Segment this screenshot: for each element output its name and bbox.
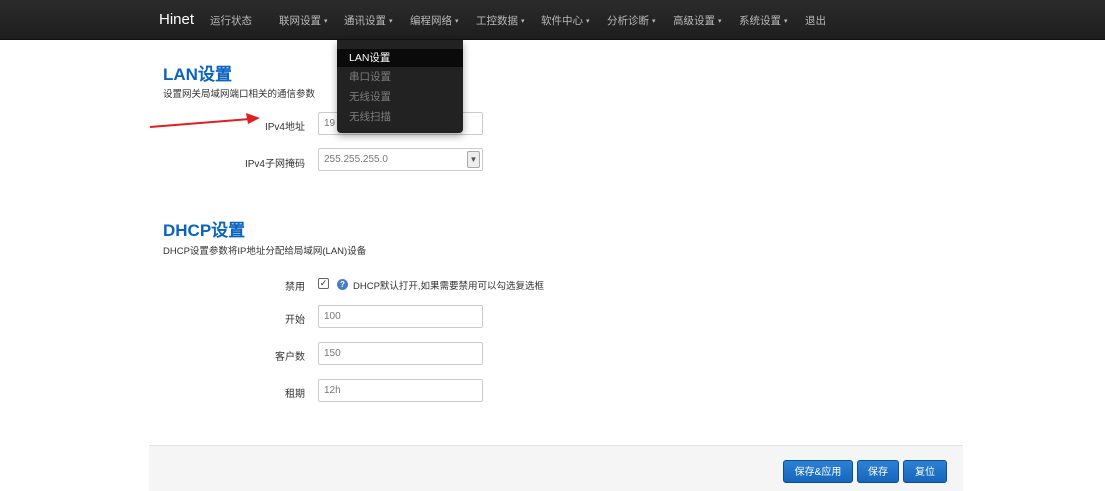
nav-item-label: 工控数据 xyxy=(476,15,518,27)
info-icon: ? xyxy=(337,279,348,290)
chevron-down-icon: ▾ xyxy=(389,18,393,25)
nav-item-label: 通讯设置 xyxy=(344,15,386,27)
nav-item-label: 运行状态 xyxy=(210,15,252,27)
save-apply-button[interactable]: 保存&应用 xyxy=(783,460,853,483)
nav-item-label: 编程网络 xyxy=(410,15,452,27)
dropdown-item-wireless-scan[interactable]: 无线扫描 xyxy=(337,108,463,126)
chevron-down-icon: ▾ xyxy=(324,18,328,25)
dhcp-section-title: DHCP设置 xyxy=(163,221,246,240)
nav-item-advanced[interactable]: 高级设置 ▾ xyxy=(673,0,722,40)
chevron-down-icon: ▾ xyxy=(586,18,590,25)
save-button[interactable]: 保存 xyxy=(857,460,899,483)
nav-item-software-center[interactable]: 软件中心 ▾ xyxy=(541,0,590,40)
nav-item-diagnostics[interactable]: 分析诊断 ▾ xyxy=(607,0,656,40)
nav-item-network[interactable]: 联网设置 ▾ xyxy=(279,0,328,40)
check-icon: ✓ xyxy=(319,278,328,288)
dhcp-clients-input[interactable] xyxy=(318,342,483,365)
chevron-down-icon: ▾ xyxy=(521,18,525,25)
nav-item-label: 分析诊断 xyxy=(607,15,649,27)
dropdown-item-wireless[interactable]: 无线设置 xyxy=(337,88,463,106)
nav-item-programming-network[interactable]: 编程网络 ▾ xyxy=(410,0,459,40)
dhcp-lease-label: 租期 xyxy=(285,389,305,400)
nav-item-label: 联网设置 xyxy=(279,15,321,27)
reset-button[interactable]: 复位 xyxy=(903,460,947,483)
ipv4-netmask-label: IPv4子网掩码 xyxy=(244,159,305,170)
chevron-down-icon: ▾ xyxy=(784,18,788,25)
top-navbar: Hinet 运行状态 联网设置 ▾ 通讯设置 ▾ 编程网络 ▾ 工控数据 ▾ 软件中心 ▾… xyxy=(0,0,1105,40)
lan-section-title: LAN设置 xyxy=(163,65,232,84)
dhcp-start-input[interactable] xyxy=(318,305,483,328)
dhcp-disable-checkbox[interactable]: ✓ xyxy=(318,278,329,289)
nav-item-industrial-data[interactable]: 工控数据 ▾ xyxy=(476,0,525,40)
dhcp-disable-label: 禁用 xyxy=(285,282,305,293)
dhcp-start-label: 开始 xyxy=(285,315,305,326)
chevron-down-icon[interactable]: ▼ xyxy=(467,151,480,168)
ipv4-netmask-select[interactable]: 255.255.255.0 ▼ xyxy=(318,148,483,171)
dhcp-lease-input[interactable] xyxy=(318,379,483,402)
chevron-down-icon: ▾ xyxy=(718,18,722,25)
lan-section-description: 设置网关局域网端口相关的通信参数 xyxy=(163,89,316,100)
nav-item-system[interactable]: 系统设置 ▾ xyxy=(739,0,788,40)
chevron-down-icon: ▾ xyxy=(652,18,656,25)
nav-item-communication[interactable]: 通讯设置 ▾ xyxy=(344,0,393,40)
nav-item-label: 系统设置 xyxy=(739,15,781,27)
nav-item-label: 软件中心 xyxy=(541,15,583,27)
netmask-selected-value: 255.255.255.0 xyxy=(324,154,388,165)
dhcp-disable-help-text: DHCP默认打开,如果需要禁用可以勾选复选框 xyxy=(353,281,545,292)
dhcp-clients-label: 客户数 xyxy=(275,352,305,363)
brand-logo[interactable]: Hinet xyxy=(159,11,194,28)
nav-item-label: 高级设置 xyxy=(673,15,715,27)
nav-item-status[interactable]: 运行状态 xyxy=(210,0,252,40)
dropdown-item-lan[interactable]: LAN设置 xyxy=(337,49,463,67)
red-arrow-icon xyxy=(149,113,260,128)
chevron-down-icon: ▾ xyxy=(455,18,459,25)
nav-item-logout[interactable]: 退出 xyxy=(805,0,826,40)
communication-dropdown-menu: LAN设置 串口设置 无线设置 无线扫描 xyxy=(337,40,463,133)
dropdown-item-serial[interactable]: 串口设置 xyxy=(337,68,463,86)
nav-item-label: 退出 xyxy=(805,15,826,27)
dhcp-section-description: DHCP设置参数将IP地址分配给局域网(LAN)设备 xyxy=(163,246,367,257)
